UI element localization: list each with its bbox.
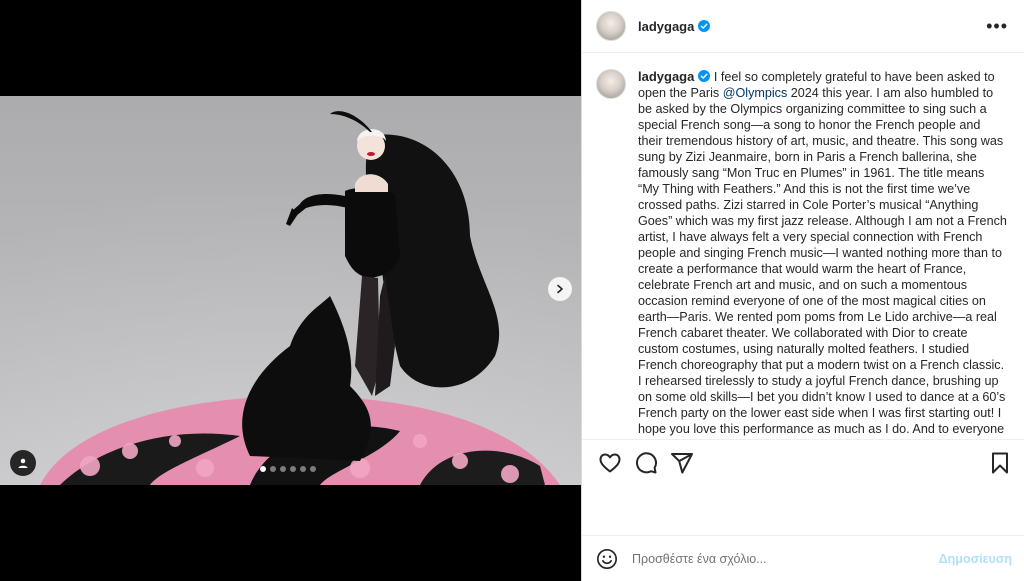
caption-body-rest: 2024 this year. I am also humbled to be … xyxy=(638,86,1007,439)
carousel-dot xyxy=(270,466,276,472)
carousel-dot xyxy=(280,466,286,472)
action-bar xyxy=(582,439,1024,485)
carousel-dot xyxy=(310,466,316,472)
carousel-dot xyxy=(260,466,266,472)
tagged-users-button[interactable] xyxy=(10,450,36,476)
user-tag-icon xyxy=(18,458,28,468)
post-photo[interactable] xyxy=(0,96,581,485)
carousel-dot xyxy=(290,466,296,472)
share-icon[interactable] xyxy=(670,451,694,475)
comment-icon[interactable] xyxy=(634,451,658,475)
verified-icon xyxy=(698,70,711,82)
comment-input[interactable] xyxy=(632,551,939,566)
emoji-icon[interactable] xyxy=(596,548,618,570)
post-modal: ladygaga ••• ladygaga I feel so complete… xyxy=(0,0,1024,581)
header-username[interactable]: ladygaga xyxy=(638,19,694,34)
carousel-dot xyxy=(300,466,306,472)
heart-icon[interactable] xyxy=(598,451,622,475)
post-sidebar: ladygaga ••• ladygaga I feel so complete… xyxy=(581,0,1024,581)
post-comment-button[interactable]: Δημοσίευση xyxy=(939,552,1012,566)
caption-avatar[interactable] xyxy=(596,69,626,99)
olympics-mention-link[interactable]: @Olympics xyxy=(723,86,788,100)
verified-icon xyxy=(698,20,711,32)
next-slide-button[interactable] xyxy=(548,277,572,301)
post-header: ladygaga ••• xyxy=(582,0,1024,53)
bookmark-icon[interactable] xyxy=(988,451,1012,475)
more-options-icon[interactable]: ••• xyxy=(986,17,1008,35)
caption-text: ladygaga I feel so completely grateful t… xyxy=(638,69,1008,439)
photo-illustration xyxy=(0,96,581,485)
caption-username[interactable]: ladygaga xyxy=(638,69,694,84)
media-pane xyxy=(0,0,581,581)
caption-area: ladygaga I feel so completely grateful t… xyxy=(582,53,1024,439)
carousel-indicators xyxy=(260,466,316,472)
chevron-right-icon xyxy=(557,284,563,294)
comment-bar: Δημοσίευση xyxy=(582,535,1024,581)
likes-area xyxy=(582,485,1024,535)
avatar[interactable] xyxy=(596,11,626,41)
